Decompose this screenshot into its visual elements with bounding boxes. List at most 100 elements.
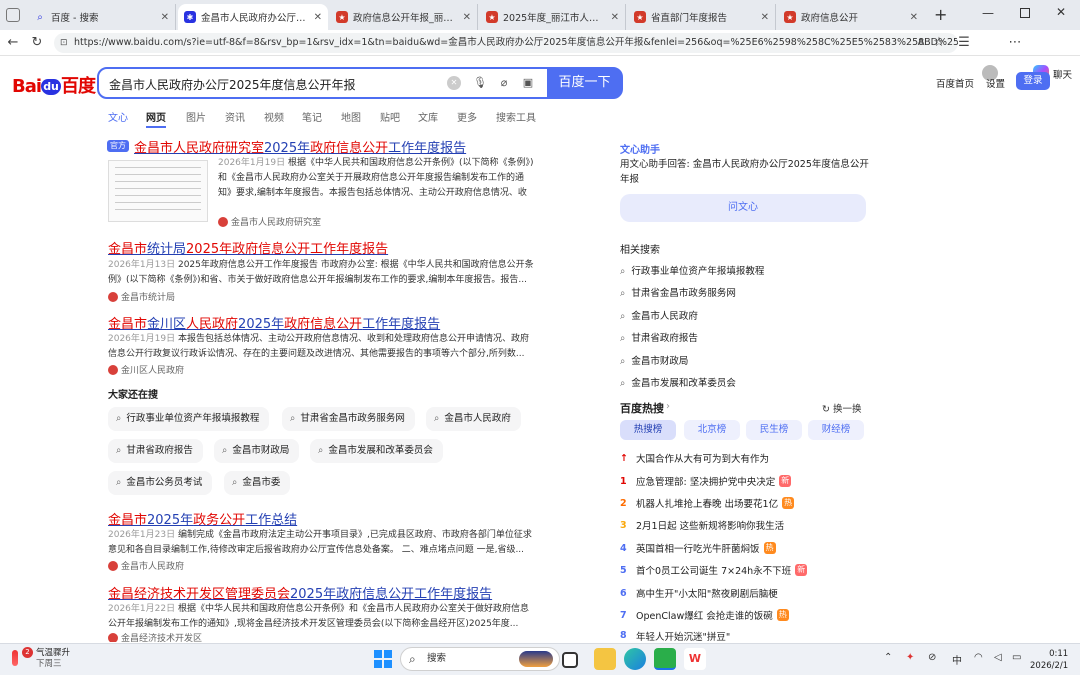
hot-search-heading[interactable]: 百度热搜 xyxy=(620,400,664,416)
chevron-up-icon[interactable]: ⌃ xyxy=(884,652,892,663)
search-box[interactable]: 金昌市人民政府办公厅2025年度信息公开年报 ✕ 🎙 ⌀ ▣ 百度一下 xyxy=(97,67,623,99)
hot-tab-livelihood[interactable]: 民生榜 xyxy=(746,420,802,440)
search-button[interactable]: 百度一下 xyxy=(547,68,622,98)
result-source[interactable]: 金昌市人民政府 xyxy=(108,559,184,572)
result-title[interactable]: 金昌经济技术开发区管理委员会2025年政府信息公开工作年度报告 xyxy=(108,583,492,602)
task-view-icon[interactable] xyxy=(562,652,578,668)
thermometer-icon[interactable] xyxy=(12,650,18,666)
result-source[interactable]: 金昌市人民政府研究室 xyxy=(218,215,321,228)
minimize-icon[interactable]: — xyxy=(982,6,994,20)
tab-provincial-report[interactable]: ★ 省直部门年度报告 ✕ xyxy=(628,4,776,30)
related-search-item[interactable]: ⌕ 甘肃省金昌市政务服务网 xyxy=(620,285,736,299)
also-searched-chip[interactable]: ⌕ 金昌市人民政府 xyxy=(426,407,521,431)
related-search-item[interactable]: ⌕ 甘肃省政府报告 xyxy=(620,330,698,344)
hot-item[interactable]: 8 年轻人开始沉迷"拼豆" xyxy=(620,630,730,641)
result-thumbnail[interactable] xyxy=(108,160,208,222)
favorite-star-icon[interactable]: ☆ xyxy=(930,34,948,52)
attachment-icon[interactable]: ⌀ xyxy=(497,76,511,90)
hot-item[interactable]: 5 首个0员工公司诞生 7×24h永不下班新 xyxy=(620,563,808,577)
tab-images[interactable]: 图片 xyxy=(186,109,206,124)
wechat-icon[interactable] xyxy=(654,648,676,670)
tab-lijiang-report[interactable]: ★ 政府信息公开年报_丽江市人民 ✕ xyxy=(330,4,478,30)
also-searched-chip[interactable]: ⌕ 金昌市公务员考试 xyxy=(108,471,213,495)
hot-item[interactable]: ↑ 大国合作从大有可为到大有作为 xyxy=(620,451,769,466)
hot-item[interactable]: 6 高中生开"小太阳"熬夜刷剧后脑梗 xyxy=(620,586,778,601)
settings-link[interactable]: 设置 xyxy=(986,76,1005,90)
tab-search-tools[interactable]: 搜索工具 xyxy=(496,109,536,124)
file-explorer-icon[interactable] xyxy=(594,648,616,670)
maximize-icon[interactable] xyxy=(1020,8,1030,18)
windows-start-icon[interactable] xyxy=(374,650,392,668)
tab-more[interactable]: 更多 xyxy=(457,109,477,124)
read-aloud-icon[interactable]: A xyxy=(912,34,930,52)
hot-item[interactable]: 3 2月1日起 这些新规将影响你我生活 xyxy=(620,518,784,533)
hot-tab-hot[interactable]: 热搜榜 xyxy=(620,420,676,440)
url-field[interactable]: ⊡ https://www.baidu.com/s?ie=utf-8&f=8&r… xyxy=(54,33,958,53)
tab-news[interactable]: 资讯 xyxy=(225,109,245,124)
clear-icon[interactable]: ✕ xyxy=(447,76,461,90)
result-title[interactable]: 金昌市人民政府研究室2025年政府信息公开工作年度报告 xyxy=(134,137,466,156)
tab-web[interactable]: 网页 xyxy=(146,109,166,124)
chat-label[interactable]: 聊天 xyxy=(1053,67,1072,81)
tab-lijiang-2025[interactable]: ★ 2025年度_丽江市人民政府 ✕ xyxy=(480,4,626,30)
microphone-icon[interactable]: 🎙 xyxy=(473,76,487,90)
window-menu-icon[interactable] xyxy=(6,8,20,22)
also-searched-chip[interactable]: ⌕ 金昌市财政局 xyxy=(214,439,300,463)
tab-baidu-search[interactable]: ⌕ 百度 - 搜索 ✕ xyxy=(28,4,176,30)
also-searched-chip[interactable]: ⌕ 甘肃省政府报告 xyxy=(108,439,203,463)
close-icon[interactable]: ✕ xyxy=(611,12,619,23)
wps-icon[interactable]: W xyxy=(684,648,706,670)
refresh-button[interactable]: ↻ 换一换 xyxy=(822,401,862,415)
result-title[interactable]: 金昌市金川区人民政府2025年政府信息公开工作年度报告 xyxy=(108,313,440,332)
close-icon[interactable]: ✕ xyxy=(910,12,918,23)
battery-icon[interactable]: ▭ xyxy=(1012,652,1021,663)
network-off-icon[interactable]: ⊘ xyxy=(928,652,936,663)
close-icon[interactable]: ✕ xyxy=(761,12,769,23)
tab-gov-info[interactable]: ★ 政府信息公开 ✕ xyxy=(778,4,924,30)
also-searched-chip[interactable]: ⌕ 行政事业单位资产年报填报教程 xyxy=(108,407,270,431)
refresh-icon[interactable]: ↻ xyxy=(28,34,46,52)
baidu-logo[interactable]: Bai du 百度 xyxy=(12,72,96,98)
close-window-icon[interactable]: ✕ xyxy=(1056,5,1066,19)
tab-jinchang-report[interactable]: ✱ 金昌市人民政府办公厅2025年 ✕ xyxy=(178,4,328,30)
tab-video[interactable]: 视频 xyxy=(264,109,284,124)
result-title[interactable]: 金昌市统计局2025年政府信息公开工作年度报告 xyxy=(108,238,388,257)
tab-wenxin[interactable]: 文心 xyxy=(108,109,128,124)
also-searched-chip[interactable]: ⌕ 金昌市委 xyxy=(224,471,291,495)
result-source[interactable]: 金川区人民政府 xyxy=(108,363,184,376)
also-searched-chip[interactable]: ⌕ 金昌市发展和改革委员会 xyxy=(310,439,443,463)
close-icon[interactable]: ✕ xyxy=(314,12,322,23)
chevron-right-icon[interactable]: › xyxy=(666,401,670,412)
hot-tab-beijing[interactable]: 北京榜 xyxy=(684,420,740,440)
hot-tab-finance[interactable]: 财经榜 xyxy=(808,420,864,440)
related-search-item[interactable]: ⌕ 金昌市发展和改革委员会 xyxy=(620,375,736,389)
related-search-item[interactable]: ⌕ 行政事业单位资产年报填报教程 xyxy=(620,263,764,277)
tab-tieba[interactable]: 贴吧 xyxy=(380,109,400,124)
image-search-icon[interactable]: ▣ xyxy=(521,76,535,90)
wifi-icon[interactable]: ◠ xyxy=(974,652,983,663)
baidu-home-link[interactable]: 百度首页 xyxy=(936,76,974,90)
tab-notes[interactable]: 笔记 xyxy=(302,109,322,124)
search-input[interactable]: 金昌市人民政府办公厅2025年度信息公开年报 xyxy=(109,76,356,93)
close-icon[interactable]: ✕ xyxy=(463,12,471,23)
volume-icon[interactable]: ◁ xyxy=(994,652,1002,663)
ime-indicator[interactable]: 中 xyxy=(952,652,962,667)
result-title[interactable]: 金昌市2025年政务公开工作总结 xyxy=(108,509,297,528)
hot-item[interactable]: 4 英国首相一行吃光牛肝菌焖饭热 xyxy=(620,541,776,555)
weather-widget[interactable]: 气温骤升 下周三 xyxy=(36,648,70,670)
login-button[interactable]: 登录 xyxy=(1016,72,1050,90)
hot-item[interactable]: 7 OpenClaw爆红 会抢走谁的饭碗热 xyxy=(620,608,789,622)
hot-item[interactable]: 1 应急管理部: 坚决拥护党中央决定新 xyxy=(620,474,792,488)
result-source[interactable]: 金昌经济技术开发区 xyxy=(108,633,202,642)
favorites-icon[interactable]: ☰ xyxy=(955,34,973,52)
tab-wenku[interactable]: 文库 xyxy=(418,109,438,124)
wps-tray-icon[interactable]: ✦ xyxy=(906,652,914,663)
related-search-item[interactable]: ⌕ 金昌市财政局 xyxy=(620,353,688,367)
new-tab-icon[interactable]: + xyxy=(934,5,947,24)
tab-map[interactable]: 地图 xyxy=(341,109,361,124)
ask-wenxin-button[interactable]: 问文心 xyxy=(620,194,866,222)
result-source[interactable]: 金昌市统计局 xyxy=(108,290,175,303)
also-searched-chip[interactable]: ⌕ 甘肃省金昌市政务服务网 xyxy=(282,407,415,431)
system-clock[interactable]: 0:11 2026/2/1 xyxy=(1030,648,1068,672)
more-menu-icon[interactable]: ⋯ xyxy=(1006,34,1024,52)
